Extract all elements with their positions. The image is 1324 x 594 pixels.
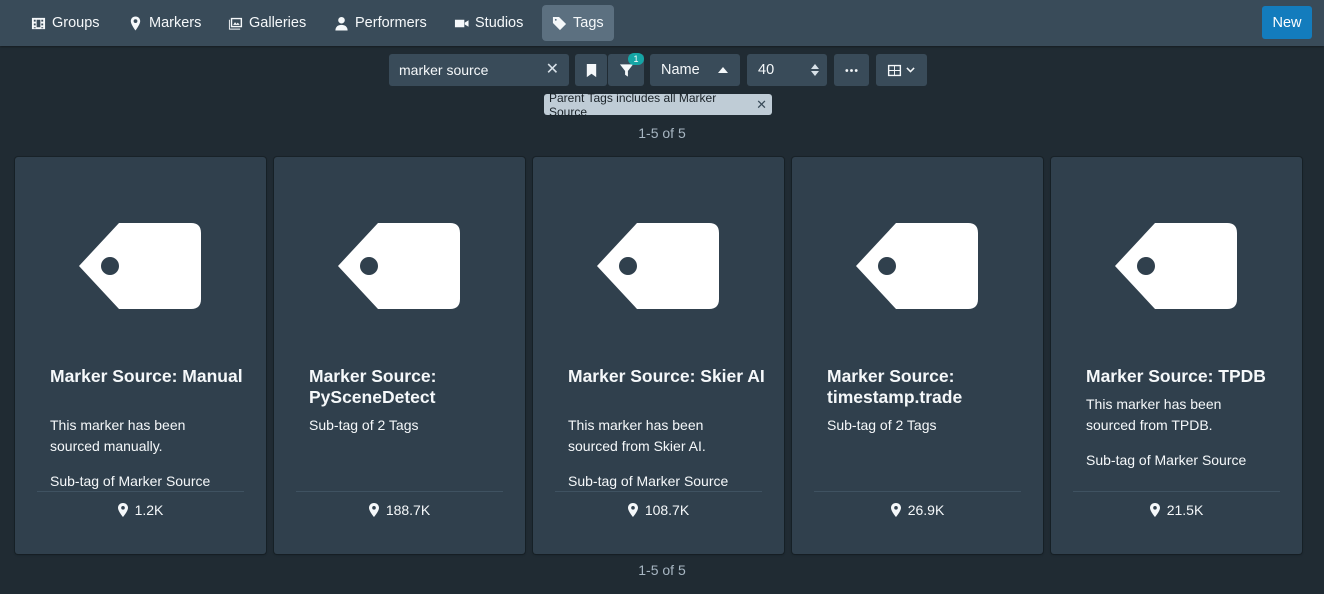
marker-count-value: 108.7K (644, 502, 690, 518)
tag-parent[interactable]: Sub-tag of Marker Source (1086, 452, 1246, 468)
tag-description: This marker has been sourced from Skier … (568, 417, 706, 454)
more-options-button[interactable] (834, 54, 869, 86)
nav-item-studios[interactable]: Studios (444, 5, 533, 41)
tag-subtag-info[interactable]: Sub-tag of 2 Tags (309, 415, 489, 436)
tag-parent[interactable]: Sub-tag of Marker Source (50, 473, 210, 489)
tag-icon (597, 223, 719, 309)
map-marker-icon (1149, 503, 1160, 517)
nav-item-label: Studios (475, 15, 524, 31)
tag-card[interactable]: Marker Source: Skier AI This marker has … (533, 157, 784, 554)
new-button[interactable]: New (1262, 6, 1312, 39)
map-marker-icon (130, 15, 141, 31)
marker-count[interactable]: 26.9K (792, 502, 1043, 518)
per-page-value: 40 (758, 62, 775, 78)
tag-parent[interactable]: Sub-tag of Marker Source (568, 473, 728, 489)
video-icon (454, 19, 469, 27)
marker-count-value: 21.5K (1166, 502, 1204, 518)
tag-icon (1115, 223, 1237, 309)
map-marker-icon (627, 503, 638, 517)
divider (296, 491, 503, 492)
tag-icon (552, 16, 567, 30)
tag-title[interactable]: Marker Source: TPDB (1086, 366, 1286, 387)
pagination-count-top: 1-5 of 5 (638, 125, 686, 141)
saved-filters-button[interactable] (575, 54, 607, 86)
nav-item-label: Groups (52, 15, 100, 31)
nav-item-markers[interactable]: Markers (118, 5, 211, 41)
search-box: ✕ (389, 54, 569, 86)
filter-count-badge: 1 (628, 53, 644, 65)
marker-count-value: 26.9K (907, 502, 945, 518)
nav-item-label: Galleries (249, 15, 307, 31)
search-input[interactable] (399, 62, 539, 78)
tag-title[interactable]: Marker Source: timestamp.trade (827, 366, 1027, 408)
per-page-select[interactable]: 40 (747, 54, 827, 86)
sort-by-value: Name (661, 62, 700, 78)
nav-item-label: Tags (573, 15, 604, 31)
pagination-count-bottom: 1-5 of 5 (638, 562, 686, 578)
remove-filter-icon[interactable]: ✕ (756, 97, 767, 113)
display-mode-button[interactable] (876, 54, 927, 86)
filter-button[interactable]: 1 (608, 53, 644, 86)
tag-card[interactable]: Marker Source: TPDB This marker has been… (1051, 157, 1302, 554)
sort-direction-icon[interactable] (718, 67, 728, 73)
marker-count[interactable]: 1.2K (15, 502, 266, 518)
map-marker-icon (890, 503, 901, 517)
nav-item-galleries[interactable]: Galleries (218, 5, 316, 41)
tag-title[interactable]: Marker Source: Manual (50, 366, 250, 387)
ellipsis-icon (845, 68, 858, 72)
tag-subtag-info[interactable]: Sub-tag of 2 Tags (827, 415, 1007, 436)
tag-description: This marker has been sourced from TPDB. (1086, 396, 1222, 433)
map-marker-icon (117, 503, 128, 517)
marker-count[interactable]: 188.7K (274, 502, 525, 518)
nav-item-label: Performers (355, 15, 427, 31)
tag-card[interactable]: Marker Source: timestamp.trade Sub-tag o… (792, 157, 1043, 554)
tag-icon (79, 223, 201, 309)
images-icon (228, 17, 243, 30)
divider (555, 491, 762, 492)
clear-search-icon[interactable]: ✕ (546, 62, 559, 78)
nav-item-label: Markers (149, 15, 202, 31)
tag-description: This marker has been sourced manually. (50, 417, 186, 454)
marker-count-value: 1.2K (134, 502, 164, 518)
tag-icon (338, 223, 460, 309)
filter-tag-label: Parent Tags includes all Marker Source (549, 90, 717, 119)
tag-title[interactable]: Marker Source: Skier AI (568, 366, 768, 387)
sort-by-select[interactable]: Name (650, 54, 740, 86)
marker-count[interactable]: 21.5K (1051, 502, 1302, 518)
tag-card[interactable]: Marker Source: Manual This marker has be… (15, 157, 266, 554)
chevron-down-icon (906, 66, 915, 73)
tag-icon (856, 223, 978, 309)
user-icon (335, 16, 348, 31)
divider (37, 491, 244, 492)
map-marker-icon (368, 503, 379, 517)
divider (814, 491, 1021, 492)
tag-title[interactable]: Marker Source: PySceneDetect (309, 366, 509, 408)
marker-count-value: 188.7K (385, 502, 431, 518)
divider (1073, 491, 1280, 492)
film-icon (31, 17, 46, 29)
tag-card[interactable]: Marker Source: PySceneDetect Sub-tag of … (274, 157, 525, 554)
top-navbar: Groups Markers Galleries Performers Stud… (0, 0, 1324, 46)
nav-item-tags[interactable]: Tags (542, 5, 614, 41)
marker-count[interactable]: 108.7K (533, 502, 784, 518)
active-filter-tag[interactable]: Parent Tags includes all Marker Source ✕ (544, 91, 772, 119)
nav-item-groups[interactable]: Groups (21, 5, 110, 41)
stepper-icon (811, 64, 819, 76)
nav-item-performers[interactable]: Performers (324, 5, 437, 41)
grid-icon (887, 64, 902, 76)
bookmark-icon (586, 63, 596, 77)
filter-icon (619, 63, 633, 77)
